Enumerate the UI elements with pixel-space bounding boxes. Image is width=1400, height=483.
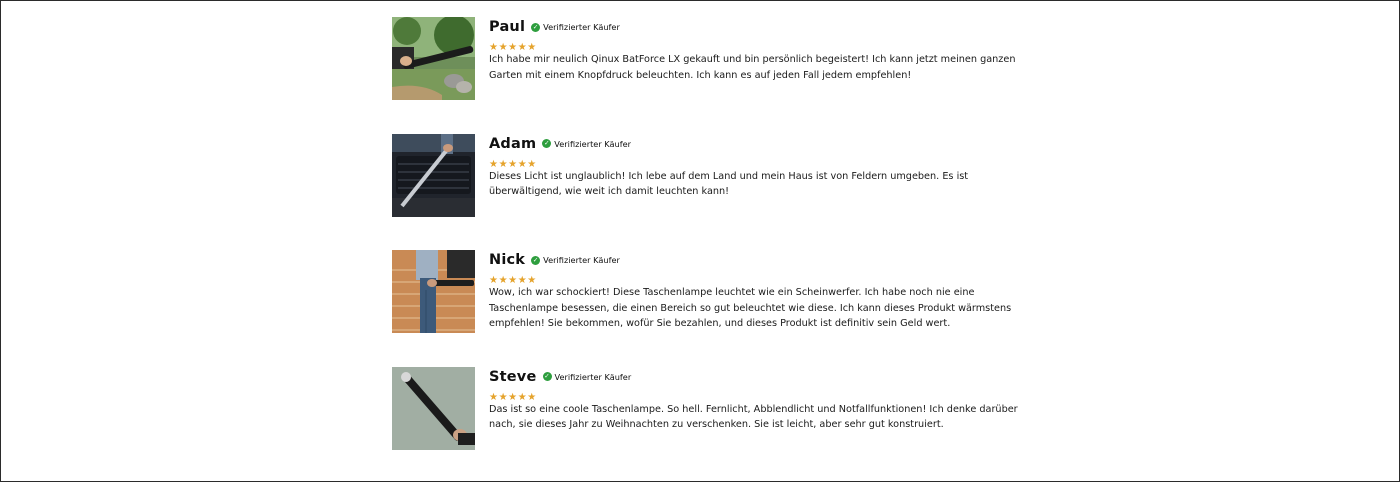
review-item: Paul ✓ Verifizierter Käufer ★★★★★ Ich ha… (392, 17, 1032, 134)
car-photo-image (392, 134, 475, 217)
verified-badge: ✓ Verifizierter Käufer (543, 372, 632, 382)
star-icons: ★★★★★ (489, 159, 537, 170)
check-circle-icon: ✓ (543, 372, 552, 381)
star-icons: ★★★★★ (489, 392, 537, 403)
verified-badge: ✓ Verifizierter Käufer (531, 22, 620, 32)
reviewer-name: Steve (489, 369, 537, 385)
review-text: Dieses Licht ist unglaublich! Ich lebe a… (489, 169, 1029, 200)
review-photo-garden[interactable] (392, 17, 475, 100)
check-circle-icon: ✓ (531, 23, 540, 32)
hand-photo-image (392, 367, 475, 450)
review-text: Wow, ich war schockiert! Diese Taschenla… (489, 285, 1029, 332)
verified-label: Verifizierter Käufer (555, 372, 632, 382)
review-item: Steve ✓ Verifizierter Käufer ★★★★★ Das i… (392, 367, 1032, 483)
check-circle-icon: ✓ (542, 139, 551, 148)
driveway-photo-image (392, 250, 475, 333)
reviewer-name: Nick (489, 252, 525, 268)
verified-label: Verifizierter Käufer (554, 139, 631, 149)
review-header: Nick ✓ Verifizierter Käufer (489, 250, 1029, 270)
verified-badge: ✓ Verifizierter Käufer (531, 255, 620, 265)
review-list: Paul ✓ Verifizierter Käufer ★★★★★ Ich ha… (392, 17, 1032, 483)
star-rating: ★★★★★ (489, 271, 1029, 284)
star-rating: ★★★★★ (489, 155, 1029, 168)
review-body: Nick ✓ Verifizierter Käufer ★★★★★ Wow, i… (489, 250, 1029, 332)
verified-label: Verifizierter Käufer (543, 255, 620, 265)
reviewer-name: Paul (489, 19, 525, 35)
verified-label: Verifizierter Käufer (543, 22, 620, 32)
review-body: Adam ✓ Verifizierter Käufer ★★★★★ Dieses… (489, 134, 1029, 200)
verified-badge: ✓ Verifizierter Käufer (542, 139, 631, 149)
star-rating: ★★★★★ (489, 388, 1029, 401)
review-header: Adam ✓ Verifizierter Käufer (489, 134, 1029, 154)
reviewer-name: Adam (489, 136, 536, 152)
star-rating: ★★★★★ (489, 38, 1029, 51)
review-item: Adam ✓ Verifizierter Käufer ★★★★★ Dieses… (392, 134, 1032, 251)
review-text: Das ist so eine coole Taschenlampe. So h… (489, 402, 1029, 433)
review-text: Ich habe mir neulich Qinux BatForce LX g… (489, 52, 1029, 83)
review-header: Steve ✓ Verifizierter Käufer (489, 367, 1029, 387)
check-circle-icon: ✓ (531, 256, 540, 265)
review-photo-car[interactable] (392, 134, 475, 217)
review-item: Nick ✓ Verifizierter Käufer ★★★★★ Wow, i… (392, 250, 1032, 367)
review-photo-driveway[interactable] (392, 250, 475, 333)
review-header: Paul ✓ Verifizierter Käufer (489, 17, 1029, 37)
review-body: Steve ✓ Verifizierter Käufer ★★★★★ Das i… (489, 367, 1029, 433)
review-photo-hand[interactable] (392, 367, 475, 450)
review-body: Paul ✓ Verifizierter Käufer ★★★★★ Ich ha… (489, 17, 1029, 83)
garden-photo-image (392, 17, 475, 100)
